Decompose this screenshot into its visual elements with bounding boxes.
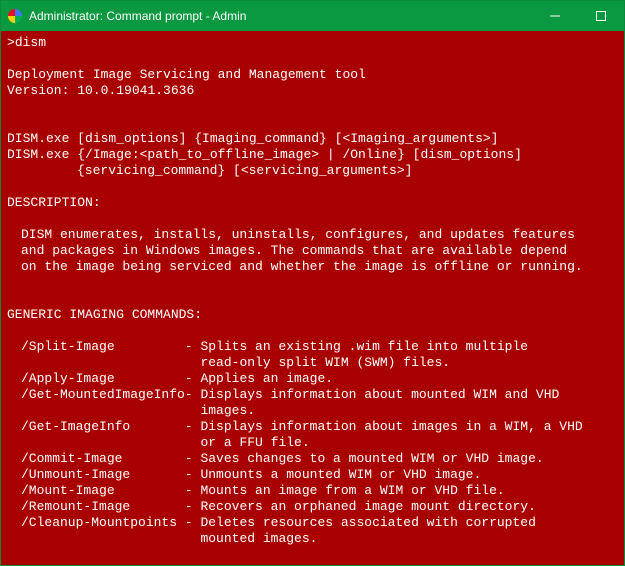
titlebar[interactable]: Administrator: Command prompt - Admin — [1, 1, 624, 31]
command-desc: Displays information about mounted WIM a… — [200, 387, 582, 419]
command-row: /Apply-Image- Applies an image. — [7, 371, 583, 387]
command-desc: Applies an image. — [200, 371, 582, 387]
separator: - — [185, 371, 201, 387]
command-desc: Splits an existing .wim file into multip… — [200, 339, 582, 371]
command-row: /Unmount-Image- Unmounts a mounted WIM o… — [7, 467, 583, 483]
terminal-output[interactable]: >dism Deployment Image Servicing and Man… — [1, 31, 624, 565]
command-name: /Get-MountedImageInfo — [7, 387, 185, 419]
commands-table: /Split-Image- Splits an existing .wim fi… — [7, 339, 583, 547]
separator: - — [185, 499, 201, 515]
command-row: /Split-Image- Splits an existing .wim fi… — [7, 339, 583, 371]
separator: - — [185, 451, 201, 467]
command-name: /Mount-Image — [7, 483, 185, 499]
usage-line-1: DISM.exe [dism_options] {Imaging_command… — [7, 131, 498, 146]
command-row: /Mount-Image- Mounts an image from a WIM… — [7, 483, 583, 499]
typed-command: dism — [15, 35, 46, 50]
command-name: /Unmount-Image — [7, 467, 185, 483]
command-row: /Remount-Image- Recovers an orphaned ima… — [7, 499, 583, 515]
command-desc: Deletes resources associated with corrup… — [200, 515, 582, 547]
version-value: 10.0.19041.3636 — [77, 83, 194, 98]
description-line: and packages in Windows images. The comm… — [7, 243, 567, 258]
command-prompt-window: Administrator: Command prompt - Admin >d… — [0, 0, 625, 566]
prompt-char: > — [7, 35, 15, 50]
minimize-button[interactable] — [532, 1, 578, 31]
command-desc: Saves changes to a mounted WIM or VHD im… — [200, 451, 582, 467]
command-row: /Commit-Image- Saves changes to a mounte… — [7, 451, 583, 467]
separator: - — [185, 419, 201, 451]
separator: - — [185, 483, 201, 499]
command-desc: Mounts an image from a WIM or VHD file. — [200, 483, 582, 499]
command-name: /Remount-Image — [7, 499, 185, 515]
separator: - — [185, 467, 201, 483]
usage-line-2: DISM.exe {/Image:<path_to_offline_image>… — [7, 147, 522, 162]
command-row: /Get-ImageInfo- Displays information abo… — [7, 419, 583, 451]
separator: - — [185, 339, 201, 371]
version-label: Version: — [7, 83, 69, 98]
command-name: /Cleanup-Mountpoints — [7, 515, 185, 547]
command-name: /Commit-Image — [7, 451, 185, 467]
separator: - — [185, 387, 201, 419]
generic-commands-header: GENERIC IMAGING COMMANDS: — [7, 307, 202, 322]
window-title: Administrator: Command prompt - Admin — [29, 9, 532, 23]
command-name: /Get-ImageInfo — [7, 419, 185, 451]
command-row: /Get-MountedImageInfo- Displays informat… — [7, 387, 583, 419]
tool-name-line: Deployment Image Servicing and Managemen… — [7, 67, 366, 82]
command-name: /Split-Image — [7, 339, 185, 371]
maximize-button[interactable] — [578, 1, 624, 31]
command-desc: Unmounts a mounted WIM or VHD image. — [200, 467, 582, 483]
command-desc: Recovers an orphaned image mount directo… — [200, 499, 582, 515]
command-row: /Cleanup-Mountpoints- Deletes resources … — [7, 515, 583, 547]
description-line: DISM enumerates, installs, uninstalls, c… — [7, 227, 575, 242]
description-header: DESCRIPTION: — [7, 195, 101, 210]
command-name: /Apply-Image — [7, 371, 185, 387]
separator: - — [185, 515, 201, 547]
usage-line-3: {servicing_command} [<servicing_argument… — [7, 163, 412, 178]
description-line: on the image being serviced and whether … — [7, 259, 583, 274]
app-icon — [7, 8, 23, 24]
command-desc: Displays information about images in a W… — [200, 419, 582, 451]
